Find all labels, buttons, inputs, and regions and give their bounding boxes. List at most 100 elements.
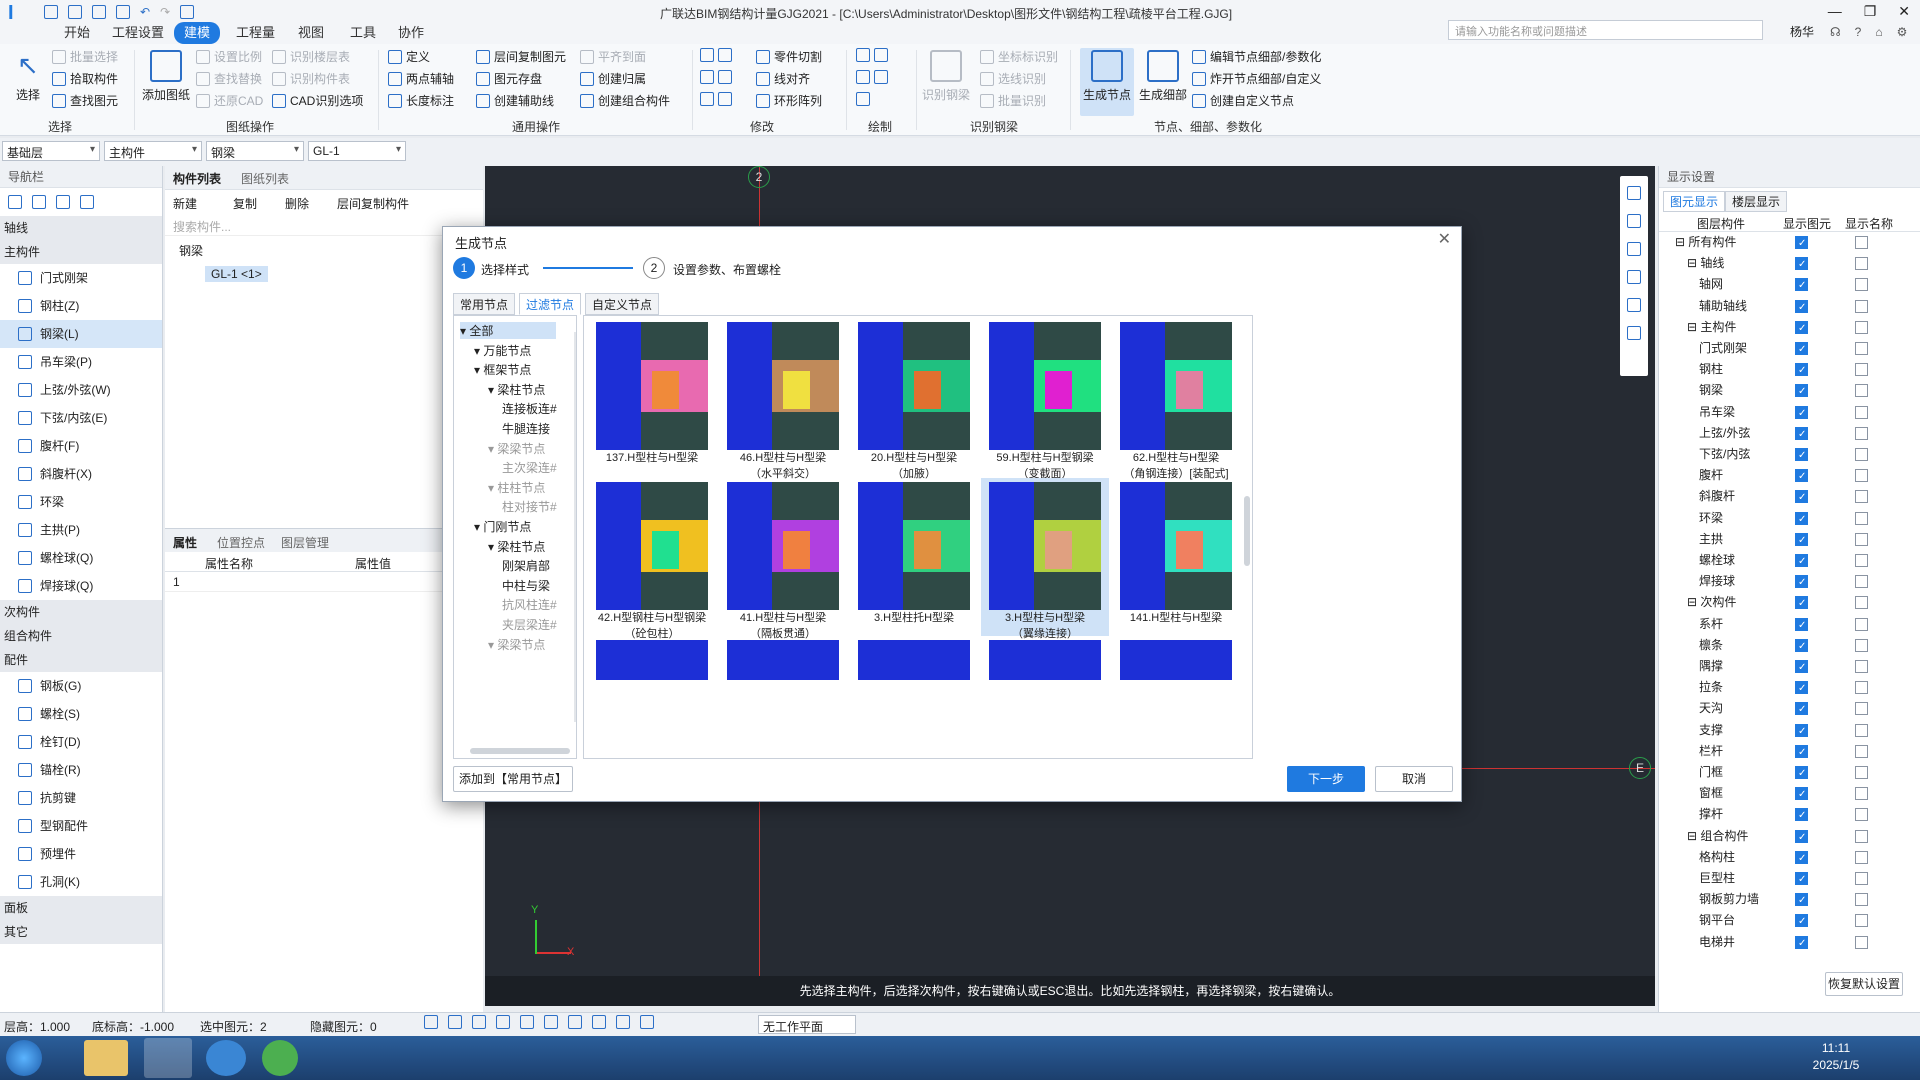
recognize-component-table-button[interactable]: 识别构件表 [272, 70, 350, 87]
tab-modeling[interactable]: 建模 [174, 22, 221, 44]
show-element-checkbox[interactable] [1795, 911, 1808, 932]
tree-node[interactable]: ▾ 全部 [460, 322, 556, 339]
show-element-checkbox[interactable] [1795, 593, 1808, 614]
nav-item[interactable]: 孔洞(K) [0, 868, 162, 896]
tree-vscroll[interactable] [574, 332, 576, 722]
tree-node[interactable]: ▾ 梁柱节点 [488, 381, 545, 398]
headset-icon[interactable]: ☊ [1830, 22, 1841, 42]
show-name-checkbox[interactable] [1855, 236, 1868, 249]
component-select[interactable]: GL-1 [308, 141, 406, 161]
category-select[interactable]: 主构件 [104, 141, 202, 161]
gjg-taskbar-icon[interactable] [144, 1038, 192, 1078]
save-icon[interactable] [116, 5, 130, 19]
show-element-checkbox[interactable] [1795, 615, 1808, 636]
show-name-checkbox[interactable] [1855, 829, 1868, 843]
show-element-checkbox[interactable] [1795, 381, 1808, 402]
node-card[interactable]: 46.H型柱与H型梁 （水平斜交） [719, 318, 847, 480]
show-element-checkbox[interactable] [1795, 487, 1808, 508]
create-custom-node-button[interactable]: 创建自定义节点 [1192, 92, 1294, 109]
layer-name[interactable]: 支撑 [1699, 720, 1723, 741]
restore-cad-button[interactable]: 还原CAD [196, 92, 263, 109]
layer-name[interactable]: 檩条 [1699, 635, 1723, 656]
show-name-checkbox[interactable] [1855, 554, 1868, 567]
view-side-icon[interactable] [1627, 270, 1641, 284]
layer-name[interactable]: ⊟ 轴线 [1687, 253, 1724, 274]
nav-section[interactable]: 配件 [0, 648, 162, 672]
show-name-checkbox[interactable] [1855, 596, 1868, 610]
node-card[interactable]: 59.H型柱与H型钢梁 （变截面） [981, 318, 1109, 480]
layer-name[interactable]: 隅撑 [1699, 656, 1723, 677]
show-name-checkbox[interactable] [1855, 702, 1868, 716]
cad-recognize-options-button[interactable]: CAD识别选项 [272, 92, 363, 109]
show-name-checkbox[interactable] [1855, 532, 1868, 546]
tab-common-nodes[interactable]: 常用节点 [453, 293, 516, 315]
nav-section[interactable]: 面板 [0, 896, 162, 920]
explorer-taskbar-icon[interactable] [84, 1040, 128, 1076]
layer-name[interactable]: 电梯井 [1699, 932, 1735, 953]
nav-item[interactable]: 钢梁(L) [0, 320, 162, 348]
show-element-checkbox[interactable] [1795, 339, 1808, 360]
minimize-button[interactable]: — [1828, 3, 1842, 20]
show-name-checkbox[interactable] [1855, 363, 1868, 377]
recognize-beam-button[interactable]: 识别钢梁 [922, 48, 970, 103]
show-name-checkbox[interactable] [1855, 893, 1868, 907]
show-element-checkbox[interactable] [1795, 318, 1808, 339]
close-button[interactable]: ✕ [1898, 3, 1910, 20]
node-card[interactable]: 41.H型柱与H型梁 （隔板贯通） [719, 478, 847, 640]
layer-name[interactable]: ⊟ 次构件 [1687, 592, 1736, 613]
tree-node[interactable]: ▾ 万能节点 [474, 342, 531, 359]
function-search-input[interactable]: 请输入功能名称或问题描述 [1448, 20, 1763, 40]
tree-node[interactable]: 夹层梁连# [502, 616, 557, 633]
open-folder-icon[interactable] [92, 5, 106, 19]
show-element-checkbox[interactable] [1795, 657, 1808, 678]
tree-node[interactable]: 连接板连# [502, 400, 557, 417]
show-name-checkbox[interactable] [1855, 787, 1868, 801]
draw-rect-icon[interactable] [856, 92, 870, 106]
show-element-checkbox[interactable] [1795, 721, 1808, 742]
add-to-common-nodes-button[interactable]: 添加到【常用节点】 [453, 766, 573, 792]
show-element-checkbox[interactable] [1795, 848, 1808, 869]
nav-section[interactable]: 轴线 [0, 216, 162, 240]
show-name-checkbox[interactable] [1855, 257, 1868, 271]
layer-name[interactable]: 下弦/内弦 [1699, 444, 1750, 465]
layer-name[interactable]: 环梁 [1699, 508, 1723, 529]
work-plane-select[interactable]: 无工作平面 [758, 1015, 856, 1034]
tree-node[interactable]: ▾ 柱柱节点 [488, 479, 545, 496]
explode-node-detail-button[interactable]: 炸开节点细部/自定义 [1192, 70, 1321, 87]
tree-node[interactable]: 抗风柱连# [502, 596, 557, 613]
generate-node-button[interactable]: 生成节点 [1080, 48, 1134, 116]
nav-item[interactable]: 上弦/外弦(W) [0, 376, 162, 404]
app-logo[interactable]: I [8, 3, 28, 23]
find-element-button[interactable]: 查找图元 [52, 92, 118, 109]
tree-node[interactable]: 中柱与梁 [502, 577, 550, 594]
measure-icon[interactable] [640, 1015, 654, 1029]
fit-view-icon[interactable] [1627, 298, 1641, 312]
help-icon[interactable]: ? [1855, 22, 1862, 42]
find-replace-button[interactable]: 查找替换 [196, 70, 262, 87]
show-element-checkbox[interactable] [1795, 869, 1808, 890]
layer-name[interactable]: 巨型柱 [1699, 868, 1735, 889]
tab-tools[interactable]: 工具 [350, 22, 376, 44]
layer-name[interactable]: 主拱 [1699, 529, 1723, 550]
list-props-icon[interactable] [1627, 326, 1641, 340]
nav-item[interactable]: 预埋件 [0, 840, 162, 868]
copy-elements-between-floors-button[interactable]: 层间复制图元 [476, 48, 566, 65]
user-name[interactable]: 杨华 [1790, 22, 1814, 42]
nav-section[interactable]: 其它 [0, 920, 162, 944]
layer-name[interactable]: 钢梁 [1699, 380, 1723, 401]
show-name-checkbox[interactable] [1855, 342, 1868, 355]
angle-icon[interactable] [544, 1015, 558, 1029]
node-thumbnail-partial[interactable] [596, 640, 708, 680]
show-name-checkbox[interactable] [1855, 766, 1868, 779]
layer-name[interactable]: ⊟ 组合构件 [1687, 826, 1748, 847]
tree-node[interactable]: ▾ 梁梁节点 [488, 440, 545, 457]
nav-item[interactable]: 主拱(P) [0, 516, 162, 544]
tab-quantity[interactable]: 工程量 [236, 22, 275, 44]
align-to-plane-button[interactable]: 平齐到面 [580, 48, 646, 65]
show-element-checkbox[interactable] [1795, 233, 1808, 254]
layer-name[interactable]: 螺栓球 [1699, 550, 1735, 571]
create-auxiliary-line-button[interactable]: 创建辅助线 [476, 92, 554, 109]
start-button[interactable] [6, 1040, 42, 1076]
upload-icon[interactable] [44, 5, 58, 19]
show-element-checkbox[interactable] [1795, 742, 1808, 763]
